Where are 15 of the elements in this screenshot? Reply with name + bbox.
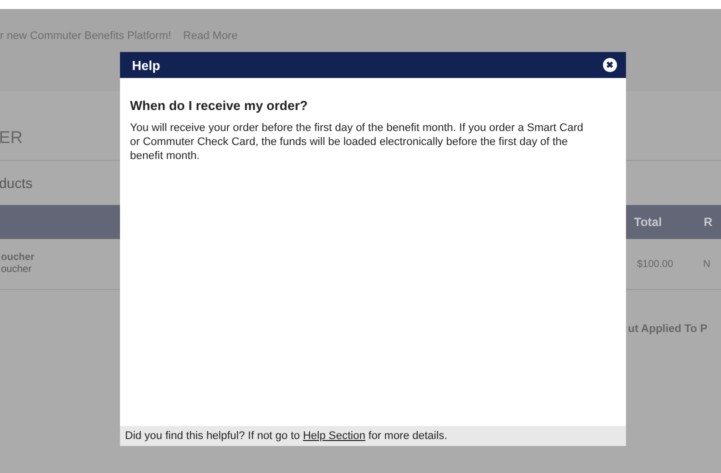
close-button[interactable]: ✖ bbox=[603, 58, 617, 72]
table-cell: oucher bbox=[1, 252, 34, 264]
help-section-link[interactable]: Help Section bbox=[302, 430, 366, 442]
table-cell: $100.00 bbox=[637, 258, 674, 270]
summary-label: ut Applied To P bbox=[628, 323, 708, 335]
banner-text: r new Commuter Benefits Platform! bbox=[0, 30, 172, 42]
footer-text: Did you find this helpful? If not go to Help Section for more details. bbox=[125, 430, 448, 442]
column-header: R bbox=[704, 215, 712, 229]
column-header: Total bbox=[634, 215, 662, 229]
table-cell: N bbox=[703, 258, 710, 270]
page-heading: ER bbox=[0, 128, 23, 148]
table-cell: oucher bbox=[1, 264, 32, 276]
question-heading: When do I receive my order? bbox=[130, 98, 309, 113]
answer-text: You will receive your order before the first day of the benefit month. If you order a Smart Card or Commuter Check Card, the funds will be loaded electronically before the first day of the benefit month. bbox=[130, 121, 584, 163]
dialog-title: Help bbox=[132, 58, 160, 72]
